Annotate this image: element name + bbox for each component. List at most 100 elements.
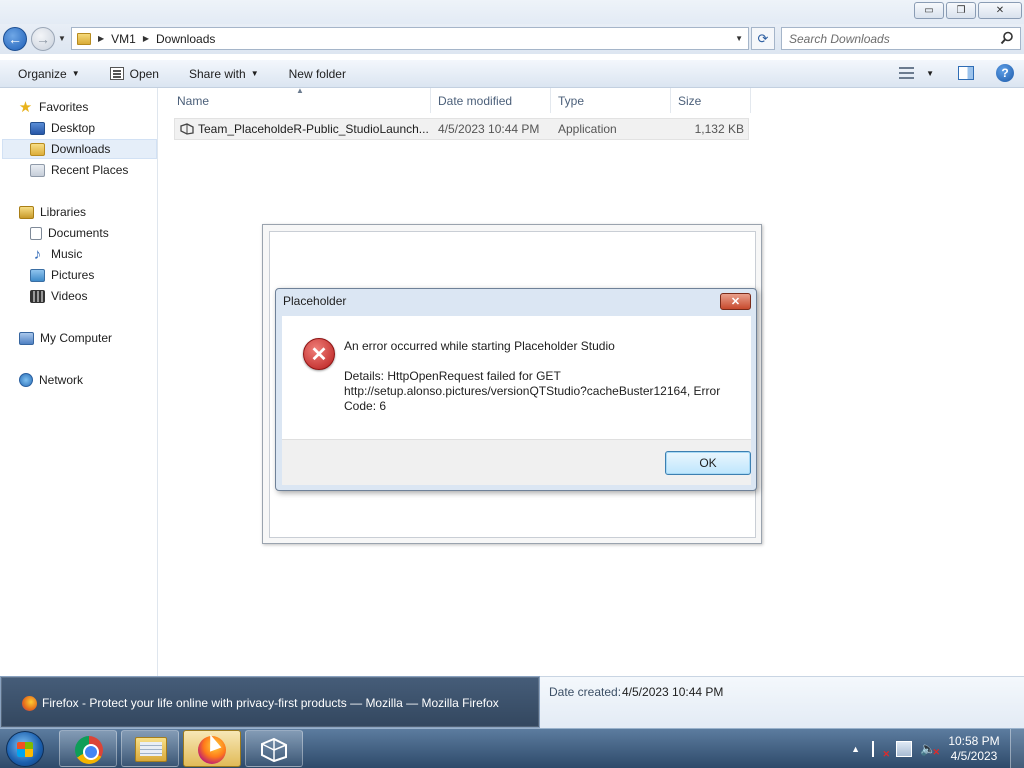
- file-size: 1,132 KB: [694, 122, 744, 136]
- action-center-icon[interactable]: [872, 741, 890, 760]
- restore-button[interactable]: ❐: [946, 2, 976, 19]
- search-input[interactable]: [789, 31, 999, 46]
- date-created-label: Date created:: [549, 685, 622, 699]
- open-label: Open: [129, 66, 159, 81]
- recent-places-icon: [30, 163, 45, 177]
- new-folder-label: New folder: [288, 66, 346, 81]
- taskbar-preview[interactable]: Firefox - Protect your life online with …: [0, 676, 540, 728]
- refresh-button[interactable]: ⟳: [751, 27, 775, 50]
- close-icon: ✕: [730, 296, 741, 308]
- sidebar-item-music[interactable]: ♪ Music: [30, 244, 83, 264]
- column-header-label: Size: [678, 93, 702, 108]
- toolbar-right: ▼ ?: [899, 64, 1014, 82]
- column-header-type[interactable]: Type: [551, 88, 671, 113]
- sidebar-item-label: Downloads: [51, 142, 111, 156]
- dialog-body: ✕ An error occurred while starting Place…: [282, 316, 751, 439]
- error-message: An error occurred while starting Placeho…: [344, 339, 615, 353]
- volume-muted-icon[interactable]: 🔈: [920, 741, 940, 760]
- downloads-folder-icon: [30, 142, 45, 156]
- clock[interactable]: 10:58 PM 4/5/2023: [944, 734, 1004, 764]
- share-with-button[interactable]: Share with ▼: [189, 67, 259, 81]
- taskbar-chrome[interactable]: [59, 730, 117, 767]
- views-icon[interactable]: [899, 67, 915, 79]
- open-button[interactable]: Open: [109, 66, 159, 81]
- sidebar-item-label: Favorites: [39, 100, 89, 114]
- breadcrumb-chevron-icon[interactable]: ▶: [98, 34, 104, 43]
- new-folder-button[interactable]: New folder: [289, 67, 346, 81]
- breadcrumb-chevron-icon[interactable]: ▶: [143, 34, 149, 43]
- sidebar-item-my-computer[interactable]: My Computer: [19, 328, 112, 348]
- recent-pages-dropdown-icon[interactable]: ▼: [58, 34, 66, 43]
- close-icon: ✕: [995, 5, 1005, 16]
- network-icon: [19, 373, 33, 387]
- sidebar-item-label: Pictures: [51, 268, 95, 282]
- restore-icon: ❐: [956, 5, 966, 16]
- taskbar-unity[interactable]: [245, 730, 303, 767]
- sidebar-item-label: Recent Places: [51, 163, 129, 177]
- column-header-label: Date modified: [438, 93, 513, 108]
- error-details-line: Code: 6: [344, 399, 387, 413]
- sidebar-item-recent-places[interactable]: Recent Places: [30, 160, 128, 180]
- organize-label: Organize: [18, 66, 67, 81]
- help-icon[interactable]: ?: [996, 64, 1014, 82]
- sidebar-item-desktop[interactable]: Desktop: [30, 118, 95, 138]
- breadcrumb-downloads[interactable]: Downloads: [156, 32, 215, 46]
- sidebar-item-downloads[interactable]: Downloads: [2, 139, 157, 159]
- show-desktop-button[interactable]: [1010, 729, 1024, 768]
- search-icon[interactable]: [1000, 31, 1014, 45]
- sidebar-item-label: Music: [51, 247, 83, 261]
- taskbar: ▲ 🔈 10:58 PM 4/5/2023: [0, 728, 1024, 768]
- preview-pane-icon[interactable]: [958, 66, 974, 80]
- window-titlebar: ▭ ❐ ✕: [0, 0, 1024, 24]
- address-row: ← → ▼ ▶ VM1 ▶ Downloads ▼ ⟳: [0, 24, 1024, 54]
- breadcrumb-vm1[interactable]: VM1: [111, 32, 136, 46]
- sidebar-item-label: Videos: [51, 289, 88, 303]
- minimize-icon: ▭: [924, 5, 934, 16]
- sidebar-item-libraries[interactable]: Libraries: [19, 202, 86, 222]
- network-tray-icon[interactable]: [896, 741, 912, 757]
- sidebar-item-label: Network: [39, 373, 84, 387]
- table-row[interactable]: Team_PlaceholdeR-Public_StudioLaunch... …: [174, 118, 749, 140]
- music-icon: ♪: [33, 245, 42, 263]
- sidebar-item-favorites[interactable]: ★ Favorites: [18, 97, 89, 117]
- forward-button[interactable]: →: [31, 27, 55, 51]
- command-bar: Organize ▼ Open Share with ▼ New folder …: [0, 60, 1024, 88]
- chevron-down-icon: ▼: [71, 69, 80, 78]
- close-window-button[interactable]: ✕: [978, 2, 1022, 19]
- folder-icon: [77, 32, 91, 45]
- show-hidden-icons-icon[interactable]: ▲: [851, 744, 860, 754]
- documents-icon: [30, 226, 42, 240]
- organize-button[interactable]: Organize ▼: [18, 67, 80, 81]
- sidebar-item-network[interactable]: Network: [19, 370, 83, 390]
- error-details: Details: HttpOpenRequest failed for GET …: [344, 369, 739, 414]
- address-bar[interactable]: ▶ VM1 ▶ Downloads ▼: [71, 27, 749, 50]
- column-header-name[interactable]: ▲ Name: [159, 86, 431, 113]
- open-icon: [109, 67, 124, 80]
- unity-icon: [261, 737, 287, 763]
- start-button[interactable]: [6, 731, 44, 767]
- column-header-date-modified[interactable]: Date modified: [431, 88, 551, 113]
- refresh-icon: ⟳: [757, 30, 769, 46]
- desktop-icon: [30, 121, 45, 135]
- taskbar-explorer[interactable]: [121, 730, 179, 767]
- column-header-size[interactable]: Size: [671, 88, 751, 113]
- ok-button[interactable]: OK: [665, 451, 751, 475]
- views-dropdown-icon[interactable]: ▼: [926, 69, 934, 78]
- sidebar-item-videos[interactable]: Videos: [30, 286, 87, 306]
- minimize-button[interactable]: ▭: [914, 2, 944, 19]
- date-created-value: 4/5/2023 10:44 PM: [622, 685, 724, 699]
- dialog-close-button[interactable]: ✕: [720, 293, 751, 310]
- back-button[interactable]: ←: [3, 27, 27, 51]
- back-arrow-icon: ←: [8, 31, 22, 47]
- address-dropdown-icon[interactable]: ▼: [735, 34, 743, 43]
- error-icon: ✕: [303, 338, 335, 370]
- chevron-down-icon: ▼: [250, 69, 259, 78]
- search-box[interactable]: [781, 27, 1021, 50]
- unity-app-icon: [180, 123, 194, 135]
- file-date-modified: 4/5/2023 10:44 PM: [438, 122, 540, 136]
- sidebar-item-documents[interactable]: Documents: [30, 223, 109, 243]
- sidebar-item-pictures[interactable]: Pictures: [30, 265, 94, 285]
- navigation-pane: ★ Favorites Desktop Downloads Recent Pla…: [0, 88, 158, 676]
- error-details-line: Details: HttpOpenRequest failed for GET: [344, 369, 561, 383]
- folder-icon: [135, 737, 167, 762]
